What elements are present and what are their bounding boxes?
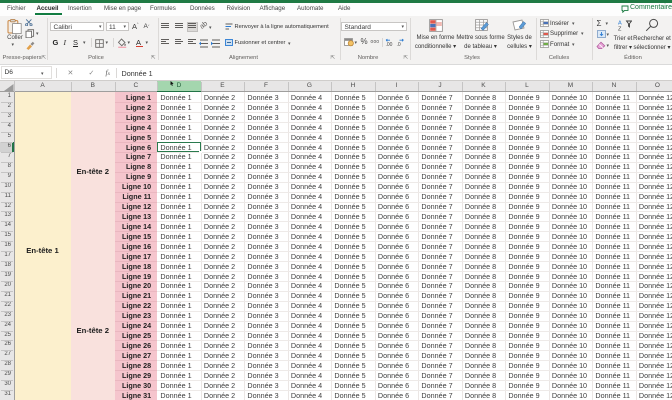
svg-text:.0: .0	[397, 42, 401, 47]
svg-text:.00: .00	[386, 42, 393, 47]
svg-text:Z: Z	[618, 26, 622, 31]
